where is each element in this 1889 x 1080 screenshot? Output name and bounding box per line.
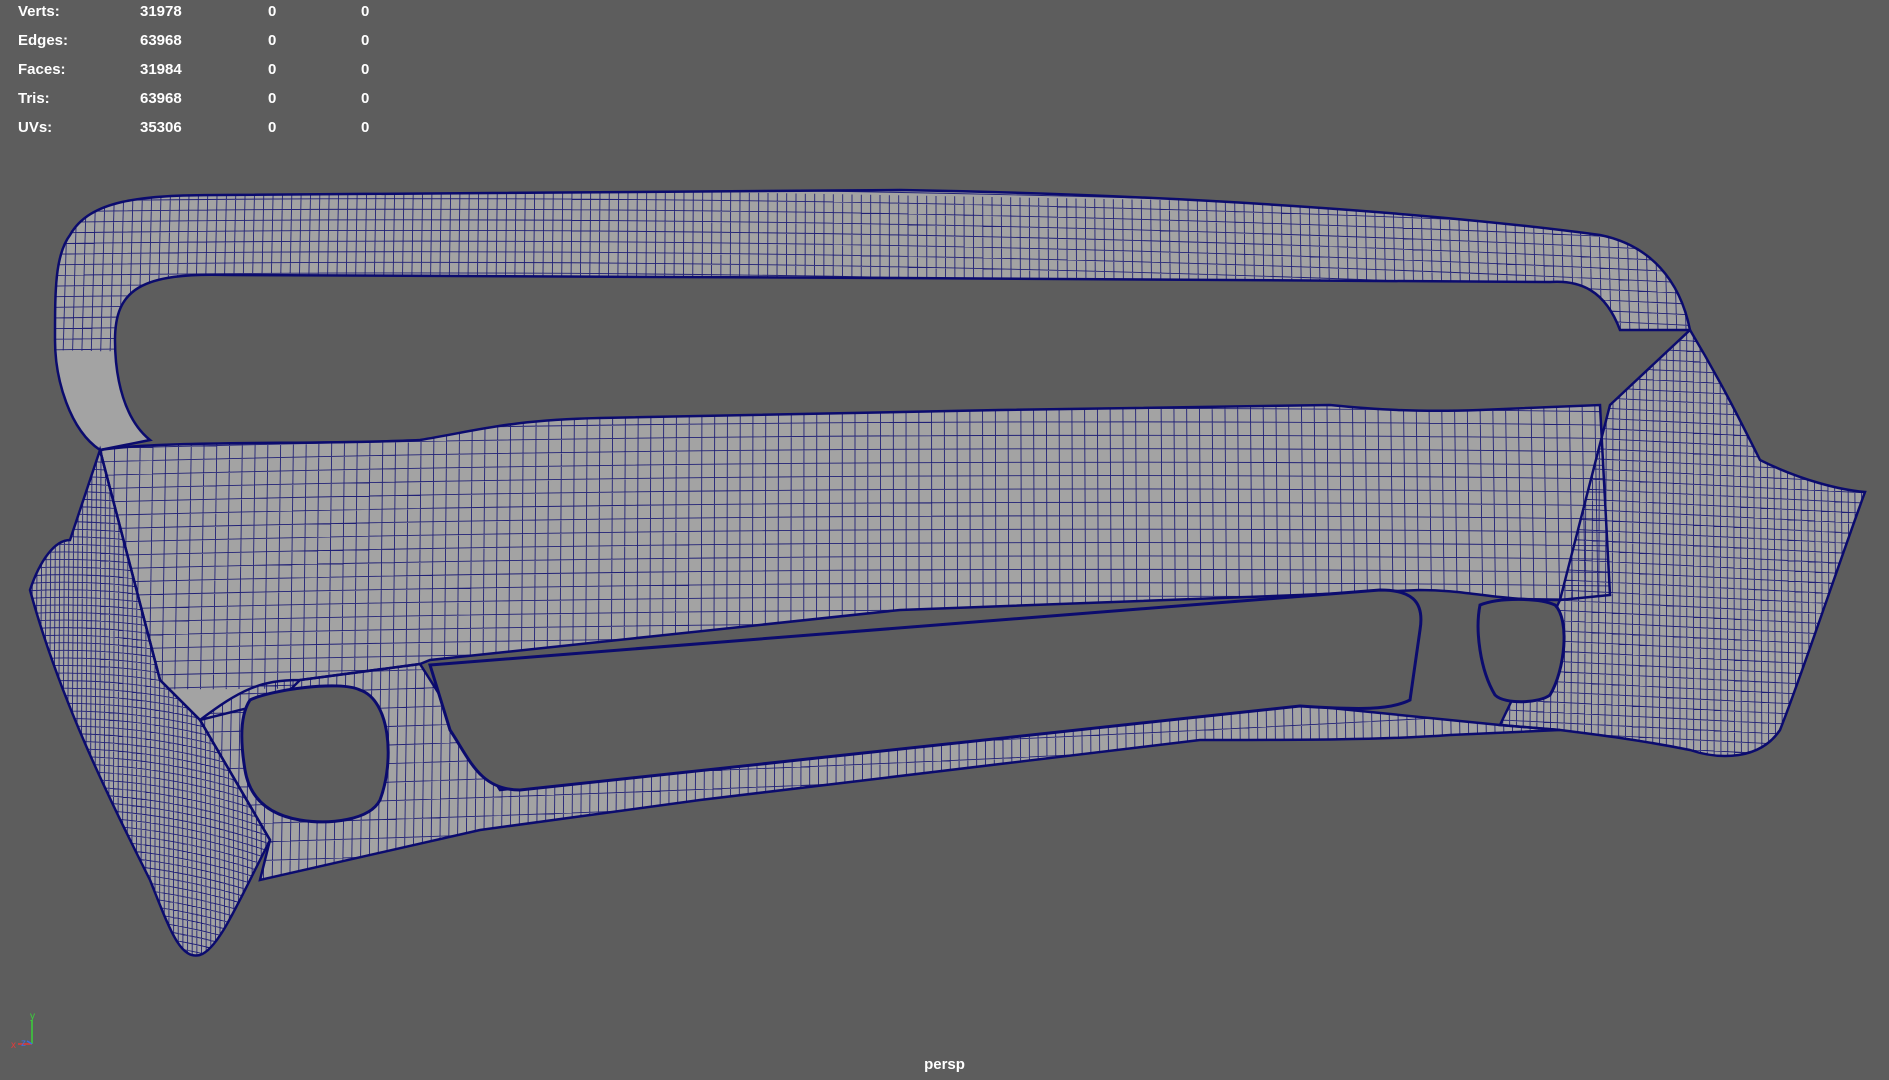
axis-y-label: y: [30, 1011, 35, 1022]
hud-label: Edges:: [18, 32, 69, 49]
hud-label: UVs:: [18, 119, 53, 136]
bumper-wireframe-mesh[interactable]: [0, 0, 1889, 1080]
hud-value: 0: [268, 3, 277, 20]
hud-value: 31978: [140, 3, 182, 20]
hud-value: 0: [268, 61, 277, 78]
mesh-opening-0: [240, 684, 390, 824]
hud-label: Verts:: [18, 3, 60, 20]
hud-value: 0: [361, 61, 370, 78]
camera-name-label: persp: [924, 1056, 965, 1073]
axis-z-label: z: [21, 1038, 26, 1049]
hud-value: 0: [268, 119, 277, 136]
hud-label: Faces:: [18, 61, 66, 78]
hud-value: 0: [268, 32, 277, 49]
hud-value: 35306: [140, 119, 182, 136]
hud-value: 0: [361, 32, 370, 49]
hud-value: 0: [361, 3, 370, 20]
axis-x-label: x: [11, 1040, 16, 1050]
hud-value: 0: [361, 119, 370, 136]
mesh-opening-2: [1476, 597, 1566, 704]
hud-value: 63968: [140, 90, 182, 107]
hud-value: 0: [361, 90, 370, 107]
hud-label: Tris:: [18, 90, 50, 107]
hud-value: 0: [268, 90, 277, 107]
hud-value: 31984: [140, 61, 182, 78]
axis-gizmo-icon: y x z: [11, 1011, 35, 1050]
hud-value: 63968: [140, 32, 182, 49]
viewport-persp[interactable]: Verts: 31978 0 0 Edges: 63968 0 0 Faces:…: [0, 0, 1889, 1080]
